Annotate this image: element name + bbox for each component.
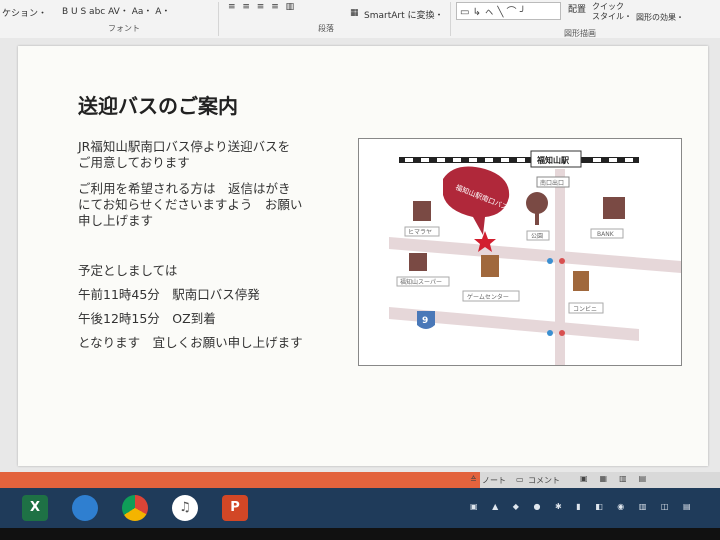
ribbon-separator	[450, 2, 451, 36]
ribbon-separator	[218, 2, 219, 36]
traffic-signal-icon	[559, 330, 565, 336]
notes-icon: ≙	[470, 475, 477, 484]
tree-icon	[526, 192, 548, 214]
schedule-intro[interactable]: 予定としましては	[78, 262, 177, 279]
schedule-line-2[interactable]: 午後12時15分 OZ到着	[78, 310, 216, 327]
map-svg: 福知山駅 南口出口 福知山駅南口バス停 ヒマラヤ 公園 BANK 福知山スーパー…	[389, 150, 681, 365]
slide-title[interactable]: 送迎バスのご案内	[78, 90, 238, 119]
station-label: 福知山駅	[536, 155, 570, 165]
smartart-icon: ▦	[350, 8, 359, 18]
building-icon	[413, 201, 431, 221]
building1-label: ヒマラヤ	[408, 229, 432, 236]
supermarket-label: 福知山スーパー	[400, 278, 442, 286]
slide[interactable]: 送迎バスのご案内 JR福知山駅南口バス停より送迎バスを ご用意しております ご利…	[18, 46, 708, 466]
ribbon-left-label[interactable]: ケション・	[2, 6, 47, 19]
building-icon	[603, 197, 625, 219]
building2-label: ゲームセンター	[467, 293, 509, 301]
traffic-signal-icon	[547, 330, 553, 336]
chrome-icon[interactable]	[122, 495, 148, 521]
status-bar: ≙ ノート ▭ コメント ▣▦▥▤	[0, 472, 720, 488]
south-exit-label: 南口出口	[540, 179, 564, 187]
closing-line[interactable]: となります 宜しくお願い申し上げます	[78, 334, 303, 351]
map-image[interactable]: 福知山駅 南口出口 福知山駅南口バス停 ヒマラヤ 公園 BANK 福知山スーパー…	[358, 138, 682, 366]
monitor-bezel	[0, 528, 720, 540]
bank-label: BANK	[597, 231, 615, 238]
traffic-signal-icon	[559, 258, 565, 264]
taskbar: X ♫ P ▣ ▲ ◆ ● ✱ ▮ ◧ ◉ ▥ ◫ ▤	[0, 488, 720, 528]
traffic-signal-icon	[547, 258, 553, 264]
comments-button[interactable]: コメント	[528, 475, 560, 486]
text-line-1[interactable]: JR福知山駅南口バス停より送迎バスを	[78, 138, 290, 155]
building-icon	[409, 253, 427, 271]
excel-icon[interactable]: X	[22, 495, 48, 521]
tree-trunk	[535, 211, 539, 225]
horizontal-road-upper	[389, 237, 681, 273]
arrange-button[interactable]: 配置	[568, 2, 586, 15]
text-line-3[interactable]: ご利用を希望される方は 返信はがき	[78, 180, 291, 197]
slide-canvas: 送迎バスのご案内 JR福知山駅南口バス停より送迎バスを ご用意しております ご利…	[0, 38, 720, 472]
paragraph-group-label: 段落	[318, 24, 334, 33]
text-line-4[interactable]: にてお知らせくださいますよう お願い	[78, 196, 302, 213]
building-icon	[481, 255, 499, 277]
railway-ties	[405, 158, 633, 162]
system-tray-icons[interactable]: ▣ ▲ ◆ ● ✱ ▮ ◧ ◉ ▥ ◫ ▤	[470, 502, 697, 511]
font-format-buttons[interactable]: B U S abc AV・ Aa・ A・	[62, 4, 170, 17]
quick-style-button[interactable]: クイック スタイル・	[592, 2, 632, 22]
powerpoint-icon[interactable]: P	[222, 495, 248, 521]
ribbon: ケション・ B U S abc AV・ Aa・ A・ フォント ≡ ≡ ≡ ≡ …	[0, 0, 720, 39]
text-line-5[interactable]: 申し上げます	[78, 212, 153, 229]
convenience-label: コンビニ	[573, 305, 597, 313]
smartart-button[interactable]: SmartArt に変換・	[364, 8, 443, 21]
comment-icon: ▭	[516, 475, 524, 484]
itunes-icon[interactable]: ♫	[172, 495, 198, 521]
paragraph-align-buttons[interactable]: ≡ ≡ ≡ ≡ ▥	[228, 2, 296, 12]
text-line-2[interactable]: ご用意しております	[78, 154, 190, 171]
park-label: 公園	[531, 233, 543, 240]
schedule-line-1[interactable]: 午前11時45分 駅南口バス停発	[78, 286, 260, 303]
shape-effect-button[interactable]: 図形の効果・	[636, 12, 684, 23]
vertical-road	[555, 169, 565, 365]
notes-button[interactable]: ノート	[482, 475, 506, 486]
status-bar-accent	[0, 472, 480, 488]
photos-icon[interactable]	[72, 495, 98, 521]
view-buttons[interactable]: ▣▦▥▤	[580, 474, 658, 483]
building-icon	[573, 271, 589, 291]
font-group-label: フォント	[108, 24, 140, 33]
route-number: 9	[422, 316, 428, 326]
shapes-gallery[interactable]: ▭ ↳ ㇸ ╲ ⌒ ╯	[456, 2, 561, 20]
